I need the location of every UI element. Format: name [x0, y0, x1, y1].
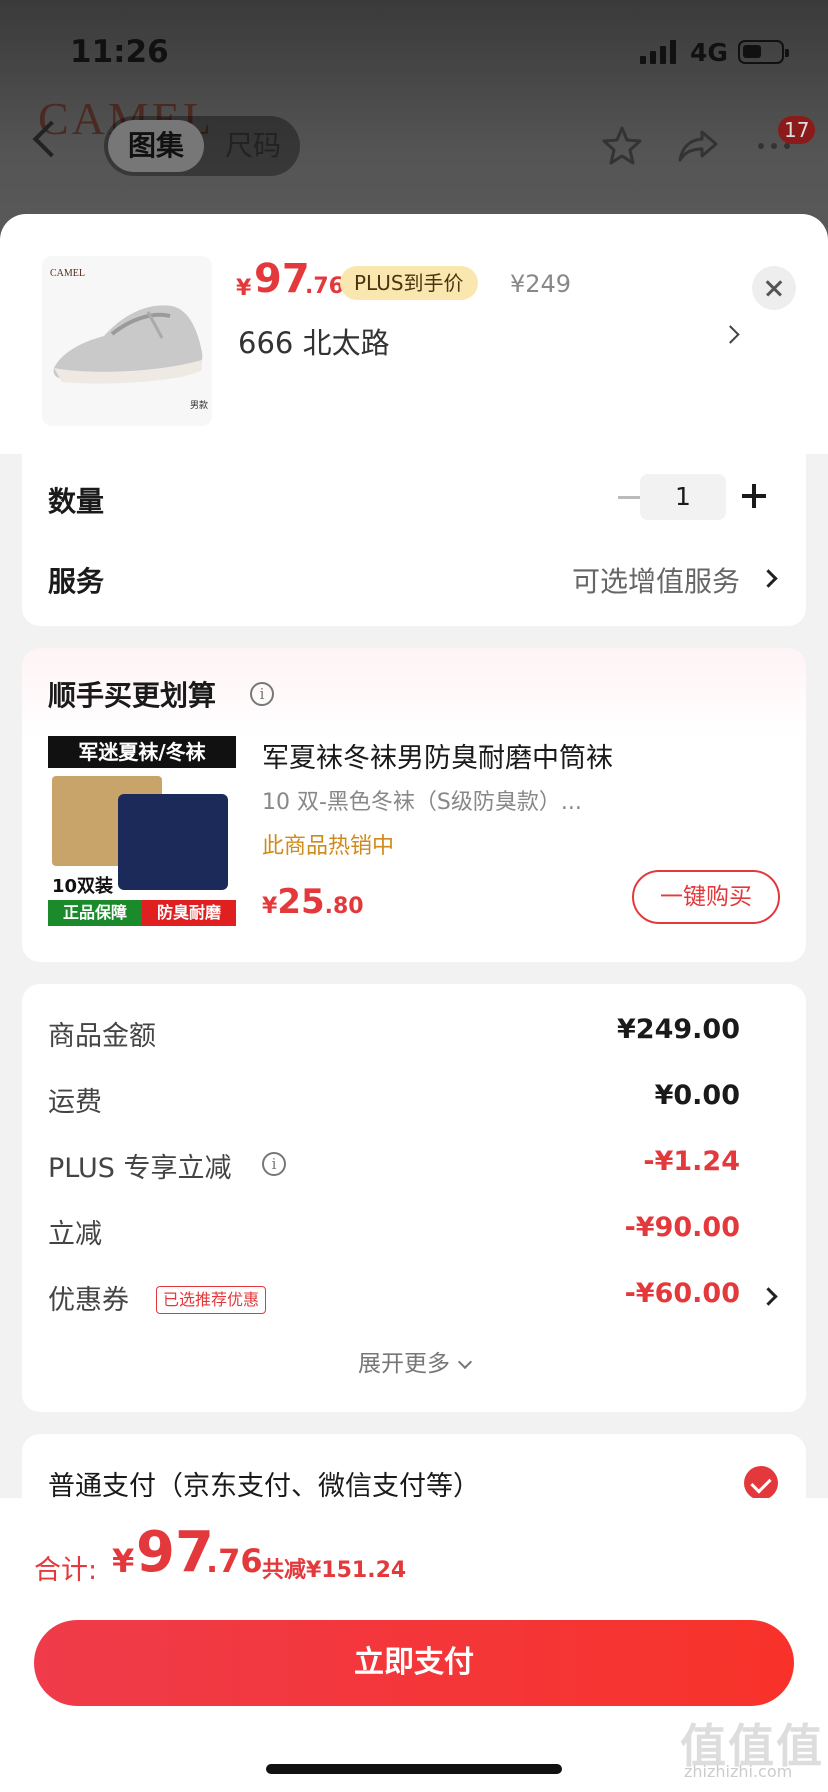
sneaker-image — [53, 305, 203, 384]
service-chevron-icon[interactable] — [759, 569, 778, 588]
price-integer: 97 — [254, 256, 310, 302]
delivery-address[interactable]: 666 北太路 — [238, 320, 390, 362]
quantity-label: 数量 — [48, 485, 105, 518]
upsell-price: ¥25.80 — [262, 882, 364, 922]
close-sheet-button[interactable] — [752, 266, 796, 310]
share-icon[interactable] — [676, 124, 720, 168]
cart-count-badge: 17 — [778, 116, 816, 144]
network-type: 4G — [690, 38, 728, 67]
total-label: 合计: — [34, 1555, 98, 1586]
sock-bundle — [118, 794, 228, 890]
thumbnail-gender-tag: 男款 — [190, 401, 209, 411]
upsell-price-decimal: .80 — [324, 894, 364, 919]
fee-value-instant-discount: -¥90.00 — [624, 1212, 740, 1243]
fee-label-instant-discount: 立减 — [48, 1219, 102, 1250]
signal-icon — [640, 40, 676, 64]
expand-more-label: 展开更多 — [358, 1351, 450, 1377]
plus-price-tag: PLUS到手价 — [340, 266, 478, 300]
price-currency: ¥ — [236, 276, 252, 301]
home-indicator[interactable] — [266, 1764, 562, 1774]
fee-value-subtotal: ¥249.00 — [617, 1014, 740, 1045]
product-thumbnail: CAMEL 男款 — [42, 256, 212, 426]
price-decimal: .76 — [305, 274, 344, 299]
coupon-selected-tag: 已选推荐优惠 — [156, 1286, 267, 1314]
chevron-down-icon — [457, 1354, 473, 1370]
service-label: 服务 — [48, 565, 105, 598]
upsell-image-banner: 军迷夏袜/冬袜 — [48, 736, 236, 768]
one-click-buy-button[interactable]: 一键购买 — [632, 870, 780, 924]
plus-info-icon[interactable]: i — [262, 1152, 286, 1176]
watermark-url: zhizhizhi.com — [684, 1762, 793, 1781]
total-decimal: .76 — [206, 1542, 263, 1580]
status-bar: 11:26 4G — [0, 0, 828, 100]
info-icon[interactable]: i — [250, 682, 274, 706]
total-saved: 共减¥151.24 — [262, 1558, 407, 1583]
total-integer: 97 — [136, 1520, 214, 1585]
original-price: ¥249 — [510, 270, 572, 298]
quantity-increase-button[interactable] — [742, 484, 766, 508]
fee-label-shipping: 运费 — [48, 1087, 102, 1118]
coupon-chevron-icon[interactable] — [759, 1287, 778, 1306]
upsell-image-count: 10双装 — [52, 876, 114, 897]
quantity-input[interactable]: 1 — [640, 474, 726, 520]
quantity-decrease-button[interactable] — [618, 496, 640, 499]
fee-label-subtotal: 商品金额 — [48, 1021, 156, 1052]
upsell-image[interactable]: 军迷夏袜/冬袜 10双装 正品保障 防臭耐磨 — [48, 736, 236, 926]
upsell-price-currency: ¥ — [262, 894, 278, 919]
upsell-image-tag-red: 防臭耐磨 — [142, 900, 236, 926]
options-card: 数量 1 服务 可选增值服务 — [22, 450, 806, 626]
expand-more-button[interactable]: 展开更多 — [22, 1344, 806, 1378]
upsell-title: 顺手买更划算 — [48, 679, 217, 712]
upsell-hot-label: 此商品热销中 — [262, 834, 395, 859]
star-icon[interactable] — [600, 124, 644, 168]
fee-value-coupon[interactable]: -¥60.00 — [625, 1278, 740, 1309]
fee-value-plus-discount: -¥1.24 — [643, 1146, 740, 1177]
fee-label-plus-discount: PLUS 专享立减 — [48, 1153, 232, 1184]
fee-label-coupon[interactable]: 优惠券 — [48, 1278, 129, 1317]
gallery-size-switch[interactable]: 图集 尺码 — [104, 116, 300, 176]
total-currency: ¥ — [112, 1542, 135, 1580]
checkout-footer: 合计: ¥ 97 .76 共减¥151.24 立即支付 值值值 zhizhizh… — [0, 1498, 828, 1792]
battery-icon — [738, 40, 789, 64]
tab-gallery[interactable]: 图集 — [108, 120, 204, 172]
tab-size[interactable]: 尺码 — [208, 120, 298, 172]
upsell-price-integer: 25 — [277, 882, 325, 922]
upsell-product-name[interactable]: 军夏袜冬袜男防臭耐磨中筒袜 — [262, 736, 613, 775]
fee-breakdown-card: 商品金额 ¥249.00 运费 ¥0.00 PLUS 专享立减 i -¥1.24… — [22, 984, 806, 1412]
upsell-image-tag-green: 正品保障 — [48, 900, 142, 926]
selected-check-icon[interactable] — [744, 1466, 778, 1500]
fee-value-shipping: ¥0.00 — [654, 1080, 740, 1111]
status-time: 11:26 — [70, 34, 169, 70]
upsell-card: 顺手买更划算 i 军迷夏袜/冬袜 10双装 正品保障 防臭耐磨 军夏袜冬袜男防臭… — [22, 648, 806, 962]
upsell-product-spec[interactable]: 10 双-黑色冬袜（S级防臭款）... — [262, 784, 582, 816]
service-value[interactable]: 可选增值服务 — [572, 560, 740, 600]
pay-now-button[interactable]: 立即支付 — [34, 1620, 794, 1706]
